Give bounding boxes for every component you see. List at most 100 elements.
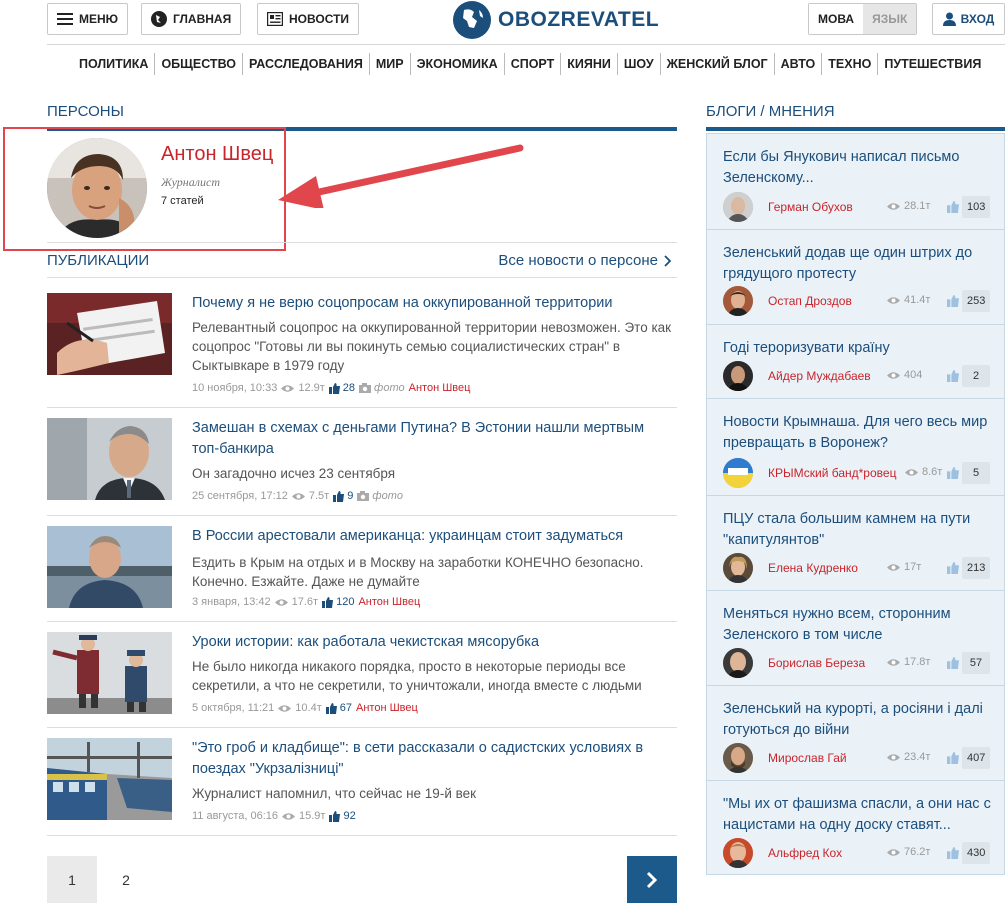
thumbs-up-icon xyxy=(947,295,959,307)
blog-likes[interactable]: 2 xyxy=(947,365,990,387)
blog-author-avatar[interactable] xyxy=(723,648,753,678)
publications-title: ПУБЛИКАЦИИ xyxy=(47,252,150,269)
article-title[interactable]: Уроки истории: как работала чекистская м… xyxy=(192,632,672,653)
blog-title[interactable]: Зеленський на курорті, а росіяни і далі … xyxy=(723,699,998,741)
blog-author-avatar[interactable] xyxy=(723,553,753,583)
blog-likes[interactable]: 253 xyxy=(947,290,991,312)
header-divider xyxy=(47,44,1005,45)
lang-russian[interactable]: ЯЗЫК xyxy=(863,4,917,34)
article-divider xyxy=(47,835,677,836)
blog-title[interactable]: ПЦУ стала большим камнем на пути "капиту… xyxy=(723,509,998,551)
article-item: "Это гроб и кладбище": в сети рассказали… xyxy=(47,738,677,828)
article-author[interactable]: Антон Швец xyxy=(409,382,471,394)
thumbs-up-icon xyxy=(947,847,959,859)
article-title[interactable]: Почему я не верю соцопросам на оккупиров… xyxy=(192,293,672,314)
blog-author-avatar[interactable] xyxy=(723,361,753,391)
article-author[interactable]: Антон Швец xyxy=(358,596,420,608)
blog-views: 17.8т xyxy=(887,656,930,668)
article-title[interactable]: "Это гроб и кладбище": в сети рассказали… xyxy=(192,738,672,780)
blog-title[interactable]: Если бы Янукович написал письмо Зеленско… xyxy=(723,147,998,189)
blog-likes[interactable]: 103 xyxy=(947,196,991,218)
blog-likes[interactable]: 430 xyxy=(947,842,991,864)
article-thumbnail[interactable] xyxy=(47,738,172,820)
blog-author-avatar[interactable] xyxy=(723,286,753,316)
article-thumbnail[interactable] xyxy=(47,418,172,500)
blog-title[interactable]: Годі тероризувати країну xyxy=(723,338,998,359)
article-item: В России арестовали американца: украинца… xyxy=(47,526,677,616)
blog-author-avatar[interactable] xyxy=(723,838,753,868)
blog-author[interactable]: Елена Кудренко xyxy=(768,561,858,575)
article-thumbnail[interactable] xyxy=(47,526,172,608)
nav-item-tech[interactable]: ТЕХНО xyxy=(821,53,877,75)
blog-title[interactable]: Зеленський додав ще один штрих до грядущ… xyxy=(723,243,998,285)
page-1-button[interactable]: 1 xyxy=(47,856,97,903)
arrow-annotation xyxy=(278,144,524,208)
blog-item: ПЦУ стала большим камнем на пути "капиту… xyxy=(707,496,1005,591)
article-likes[interactable]: 28 xyxy=(328,382,355,394)
site-logo[interactable]: OBOZREVATEL xyxy=(452,0,659,40)
nav-item-women-blog[interactable]: ЖЕНСКИЙ БЛОГ xyxy=(659,53,774,75)
blog-likes[interactable]: 407 xyxy=(947,747,991,769)
article-date: 3 января, 13:42 xyxy=(192,596,271,608)
article-thumbnail[interactable] xyxy=(47,293,172,375)
nav-item-world[interactable]: МИР xyxy=(368,53,410,75)
nav-item-auto[interactable]: АВТО xyxy=(773,53,822,75)
nav-item-investigations[interactable]: РАССЛЕДОВАНИЯ xyxy=(242,53,369,75)
nav-item-kyiv[interactable]: КИЯНИ xyxy=(560,53,617,75)
blog-likes[interactable]: 5 xyxy=(947,462,990,484)
article-item: Замешан в схемах с деньгами Путина? В Эс… xyxy=(47,418,677,508)
article-divider xyxy=(47,621,677,622)
publications-header: ПУБЛИКАЦИИ Все новости о персоне xyxy=(47,252,677,272)
blog-title[interactable]: Меняться нужно всем, сторонним Зеленског… xyxy=(723,604,998,646)
blog-item: Зеленський на курорті, а росіяни і далі … xyxy=(707,686,1005,781)
article-likes[interactable]: 67 xyxy=(325,702,352,714)
publications-divider xyxy=(47,277,677,278)
blog-title[interactable]: "Мы их от фашизма спасли, а они нас с на… xyxy=(723,794,998,836)
news-button[interactable]: НОВОСТИ xyxy=(257,3,360,35)
blog-author[interactable]: Мирослав Гай xyxy=(768,751,847,765)
blog-author[interactable]: Альфред Кох xyxy=(768,846,842,860)
home-button[interactable]: ГЛАВНАЯ xyxy=(141,3,242,35)
article-title[interactable]: В России арестовали американца: украинца… xyxy=(192,526,672,547)
article-lead: Ездить в Крым на отдых и в Москву на зар… xyxy=(192,555,644,589)
annotation-highlight-box xyxy=(3,127,286,251)
nav-item-show[interactable]: ШОУ xyxy=(616,53,660,75)
blog-author-avatar[interactable] xyxy=(723,192,753,222)
eye-icon xyxy=(887,848,900,856)
blog-author[interactable]: Герман Обухов xyxy=(768,200,853,214)
article-views: 10.4т xyxy=(295,702,322,714)
nav-item-sport[interactable]: СПОРТ xyxy=(503,53,561,75)
article-likes[interactable]: 92 xyxy=(329,810,356,822)
lang-ukrainian[interactable]: МОВА xyxy=(809,4,864,34)
article-views: 15.9т xyxy=(299,810,326,822)
nav-item-politics[interactable]: ПОЛИТИКА xyxy=(73,53,154,75)
next-page-button[interactable] xyxy=(627,856,677,903)
blog-author[interactable]: Остап Дроздов xyxy=(768,294,852,308)
site-header: МЕНЮ ГЛАВНАЯ НОВОСТИ OBOZREVATEL МОВА ЯЗ… xyxy=(0,0,1005,40)
login-button[interactable]: ВХОД xyxy=(932,3,1005,35)
article-likes[interactable]: 9 xyxy=(333,490,353,502)
blog-author-avatar[interactable] xyxy=(723,743,753,773)
article-likes[interactable]: 120 xyxy=(322,596,354,608)
blog-author-avatar[interactable] xyxy=(723,458,753,488)
article-author[interactable]: Антон Швец xyxy=(356,702,418,714)
blog-views: 8.6т xyxy=(905,466,942,478)
article-lead: Он загадочно исчез 23 сентября xyxy=(192,466,396,481)
blog-likes[interactable]: 213 xyxy=(947,557,991,579)
article-thumbnail[interactable] xyxy=(47,632,172,714)
all-news-link[interactable]: Все новости о персоне xyxy=(498,252,671,269)
page-2-button[interactable]: 2 xyxy=(101,856,151,903)
blog-author[interactable]: КРЫМский банд*ровец xyxy=(768,466,896,480)
blog-likes[interactable]: 57 xyxy=(947,652,990,674)
nav-item-travel[interactable]: ПУТЕШЕСТВИЯ xyxy=(877,53,987,75)
login-label: ВХОД xyxy=(960,12,995,26)
thumbs-up-icon xyxy=(328,382,340,394)
blog-author[interactable]: Борислав Береза xyxy=(768,656,865,670)
blog-author[interactable]: Айдер Муждабаев xyxy=(768,369,871,383)
blog-item: Меняться нужно всем, сторонним Зеленског… xyxy=(707,591,1005,686)
menu-button[interactable]: МЕНЮ xyxy=(47,3,129,35)
nav-item-economy[interactable]: ЭКОНОМИКА xyxy=(409,53,504,75)
nav-item-society[interactable]: ОБЩЕСТВО xyxy=(154,53,242,75)
blog-title[interactable]: Новости Крымнаша. Для чего весь мир прев… xyxy=(723,412,998,454)
article-title[interactable]: Замешан в схемах с деньгами Путина? В Эс… xyxy=(192,418,672,460)
